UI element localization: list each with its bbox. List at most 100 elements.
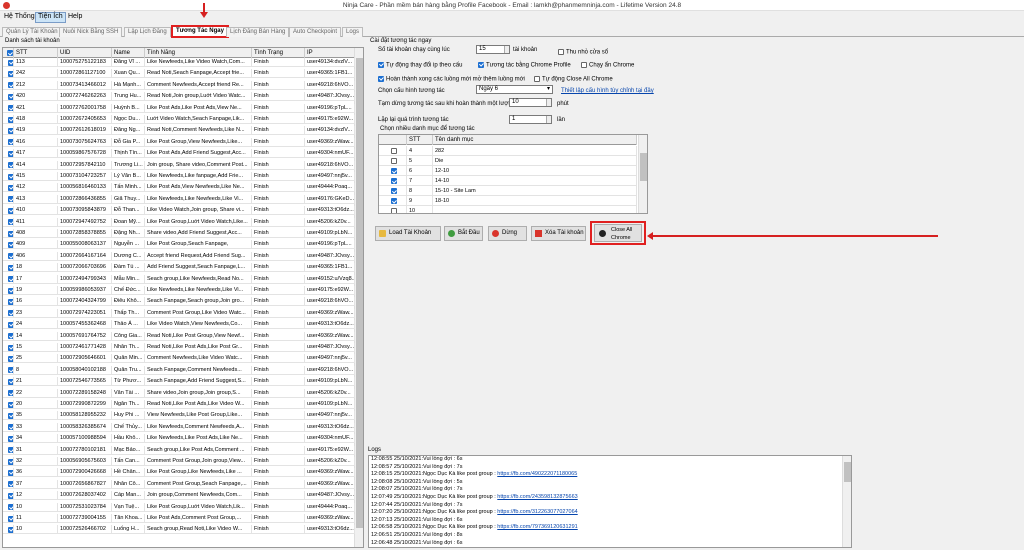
log-link[interactable]: https://fb.com/312263077027064 xyxy=(497,509,577,515)
row-checkbox[interactable] xyxy=(3,525,14,535)
table-row[interactable]: 421 100072762001758 Huỳnh B... Like Post Ad… xyxy=(3,103,355,113)
change-ip-option[interactable]: Tự động thay đổi ip theo cấu xyxy=(378,60,462,69)
row-checkbox[interactable] xyxy=(3,274,14,284)
config-select[interactable]: Ngày 6 ▾ xyxy=(476,85,553,94)
row-checkbox[interactable] xyxy=(3,194,14,204)
category-checkbox[interactable] xyxy=(379,166,407,176)
row-checkbox[interactable] xyxy=(3,172,14,181)
row-checkbox[interactable] xyxy=(3,411,14,421)
row-checkbox[interactable] xyxy=(3,103,14,113)
tab-lap-lich-dang[interactable]: Lập Lịch Đăng xyxy=(124,27,171,37)
tab-lich-dang-ban-hang[interactable]: Lịch Đăng Bán Hàng xyxy=(226,27,290,37)
table-row[interactable]: 409 100055008063137 Nguyễn ... Like Post Gr… xyxy=(3,240,355,250)
table-row[interactable]: 418 100072672405653 Ngọc Du... Luớt Video W… xyxy=(3,115,355,124)
category-checkbox[interactable] xyxy=(379,196,407,206)
repeat-input[interactable]: 1 xyxy=(509,115,552,124)
row-checkbox[interactable] xyxy=(3,286,14,295)
checkbox-icon[interactable] xyxy=(391,148,397,154)
table-row[interactable]: 10 100072526466702 Luống H... Seach group,R… xyxy=(3,525,355,535)
category-row[interactable]: 7 14-10 xyxy=(379,176,637,186)
row-checkbox[interactable] xyxy=(3,457,14,466)
checkbox-icon[interactable] xyxy=(391,198,397,204)
table-row[interactable]: 32 100056905675603 Tấn Can... Comment Post … xyxy=(3,457,355,466)
done-thread-option[interactable]: Hoàn thành xong các luồng mới mở thêm lu… xyxy=(378,74,525,83)
row-checkbox[interactable] xyxy=(3,365,14,375)
row-checkbox[interactable] xyxy=(3,297,14,307)
table-row[interactable]: 410 100073095843879 Đỗ Than... Like Video W… xyxy=(3,206,355,216)
table-row[interactable]: 10 100072531023784 Vạn Tuệ... Like Post Gro… xyxy=(3,502,355,512)
table-row[interactable]: 18 100072066703696 Đàm Tú ... Add Friend Su… xyxy=(3,263,355,273)
row-checkbox[interactable] xyxy=(3,308,14,318)
chrome-profile-option[interactable]: Tương tác bằng Chrome Profile xyxy=(478,60,571,69)
header-tinh-nang[interactable]: Tính Năng xyxy=(145,48,252,58)
row-checkbox[interactable] xyxy=(3,58,14,67)
menu-he-thong[interactable]: Hệ Thống xyxy=(2,13,37,20)
hidden-chrome-option[interactable]: Chạy ẩn Chrome xyxy=(581,60,634,69)
row-checkbox[interactable] xyxy=(3,388,14,398)
row-checkbox[interactable] xyxy=(3,137,14,147)
table-row[interactable]: 12 100072628037402 Cáp Man... Join group,Co… xyxy=(3,491,355,501)
row-checkbox[interactable] xyxy=(3,229,14,238)
header-ip[interactable]: IP xyxy=(305,48,355,58)
category-checkbox[interactable] xyxy=(379,186,407,196)
category-checkbox[interactable] xyxy=(379,176,407,186)
table-row[interactable]: 36 100072900426668 Hề Chân... Like Post Gro… xyxy=(3,468,355,478)
checkbox-icon[interactable] xyxy=(391,188,397,194)
table-row[interactable]: 415 100073104723257 Lý Văn B... Like Newfee… xyxy=(3,172,355,181)
checkbox-icon[interactable] xyxy=(391,168,397,174)
table-row[interactable]: 24 100057455362468 Thảo Á ... Like Video Wa… xyxy=(3,320,355,330)
header-name[interactable]: Name xyxy=(112,48,145,58)
log-link[interactable]: https://fb.com/797369120631291 xyxy=(497,524,577,530)
table-row[interactable]: 420 100072746262263 Trung Hu... Read Noti,J… xyxy=(3,92,355,102)
table-row[interactable]: 113 100075275122183 Đăng Vĩ ... Like Newfee… xyxy=(3,58,355,67)
row-checkbox[interactable] xyxy=(3,115,14,124)
scrollbar-thumb[interactable] xyxy=(356,58,363,528)
table-row[interactable]: 37 100072656867827 Nhân Cô... Comment Post … xyxy=(3,479,355,489)
row-checkbox[interactable] xyxy=(3,92,14,102)
category-scrollbar[interactable] xyxy=(638,135,647,213)
row-checkbox[interactable] xyxy=(3,160,14,170)
account-grid-scrollbar[interactable] xyxy=(354,48,363,547)
log-link[interactable]: https://fb.com/243598132875663 xyxy=(497,494,577,500)
category-checkbox[interactable] xyxy=(379,156,407,166)
header-uid[interactable]: UID xyxy=(58,48,112,58)
table-row[interactable]: 15 100072461771428 Nhân Th... Read Noti,Lik… xyxy=(3,343,355,352)
row-checkbox[interactable] xyxy=(3,240,14,250)
row-checkbox[interactable] xyxy=(3,149,14,159)
table-row[interactable]: 14 100057691764752 Công Gia... Read Noti,Li… xyxy=(3,331,355,341)
row-checkbox[interactable] xyxy=(3,343,14,352)
category-row[interactable]: 10 xyxy=(379,206,637,213)
category-row[interactable]: 8 15-10 - Site Lam xyxy=(379,186,637,196)
table-row[interactable]: 414 100072957842110 Trương Li... Join group… xyxy=(3,160,355,170)
threads-input[interactable]: 15 xyxy=(476,45,510,54)
row-checkbox[interactable] xyxy=(3,514,14,523)
table-row[interactable]: 417 100059867576728 Thịnh Tín... Like Post … xyxy=(3,149,355,159)
row-checkbox[interactable] xyxy=(3,354,14,364)
menu-help[interactable]: Help xyxy=(66,13,84,20)
row-checkbox[interactable] xyxy=(3,251,14,261)
row-checkbox[interactable] xyxy=(3,491,14,501)
table-row[interactable]: 419 100072612618019 Đăng Ng... Read Noti,Co… xyxy=(3,126,355,136)
row-checkbox[interactable] xyxy=(3,206,14,216)
category-header-stt[interactable]: STT xyxy=(407,135,433,145)
scrollbar-thumb[interactable] xyxy=(844,462,851,482)
checkbox-icon[interactable] xyxy=(391,158,397,164)
category-row[interactable]: 5 Die xyxy=(379,156,637,166)
category-row[interactable]: 6 12-10 xyxy=(379,166,637,176)
table-row[interactable]: 412 100056816460133 Tấn Minh... Like Post A… xyxy=(3,183,355,193)
row-checkbox[interactable] xyxy=(3,183,14,193)
header-tinh-trang[interactable]: Tình Trạng xyxy=(252,48,305,58)
table-row[interactable]: 242 100072861127100 Xuan Qu... Read Noti,Se… xyxy=(3,69,355,79)
start-button[interactable]: Bắt Đầu xyxy=(444,226,483,241)
table-row[interactable]: 23 100072974223051 Thấp Th... Comment Post … xyxy=(3,308,355,318)
table-row[interactable]: 406 100072664167164 Dương C... Accept frien… xyxy=(3,251,355,261)
log-link[interactable]: https://fb.com/490222071180065 xyxy=(497,471,577,477)
table-row[interactable]: 31 100072780102181 Mạc Bảo... Seach group,L… xyxy=(3,445,355,455)
table-row[interactable]: 212 100073413466012 Hà Mạnh... Comment Newf… xyxy=(3,80,355,90)
load-accounts-button[interactable]: Load Tài Khoản xyxy=(375,226,441,241)
table-row[interactable]: 411 100072947492752 Đoan Mỹ... Like Post Gr… xyxy=(3,217,355,227)
pause-input[interactable]: 10 xyxy=(509,98,552,107)
table-row[interactable]: 8 100058040102188 Quân Tru... Seach Fanpage… xyxy=(3,365,355,375)
category-row[interactable]: 4 282 xyxy=(379,146,637,156)
row-checkbox[interactable] xyxy=(3,468,14,478)
